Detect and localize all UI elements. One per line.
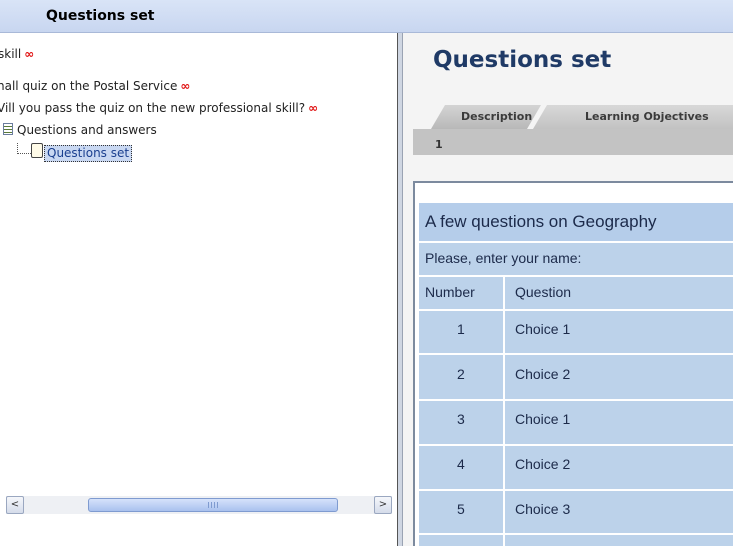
app-window: Questions set skill ∞ nall quiz on the Po… bbox=[0, 0, 733, 546]
scroll-thumb[interactable] bbox=[88, 498, 338, 512]
infinity-icon: ∞ bbox=[24, 47, 35, 61]
title-bar: Questions set bbox=[0, 0, 733, 33]
tab-page-number: 1 bbox=[435, 138, 443, 151]
tree-item-label: nall quiz on the Postal Service bbox=[0, 79, 178, 93]
tab-learning-objectives[interactable]: Learning Objectives bbox=[533, 105, 733, 129]
row-question: Choice 2 bbox=[515, 456, 571, 472]
column-header-question: Question bbox=[515, 284, 572, 300]
tree-item-label: Questions and answers bbox=[17, 123, 157, 137]
row-number: 2 bbox=[457, 366, 465, 382]
quiz-table: A few questions on Geography Please, ent… bbox=[419, 203, 733, 546]
tab-bar: Learning Objectives Description bbox=[413, 105, 733, 129]
row-question: Choice 3 bbox=[515, 501, 571, 517]
tree-item[interactable]: nall quiz on the Postal Service ∞ bbox=[0, 77, 190, 95]
infinity-icon: ∞ bbox=[308, 101, 319, 115]
list-icon bbox=[3, 123, 13, 135]
row-number: 1 bbox=[457, 321, 465, 337]
tree-item[interactable]: Vill you pass the quiz on the new profes… bbox=[0, 99, 318, 117]
horizontal-scrollbar[interactable]: < > bbox=[6, 496, 392, 514]
tree-connector bbox=[17, 143, 31, 154]
row-question: Choice 1 bbox=[515, 411, 571, 427]
quiz-title: A few questions on Geography bbox=[425, 212, 657, 231]
tree-item[interactable]: skill ∞ bbox=[0, 45, 34, 63]
infinity-icon: ∞ bbox=[180, 79, 191, 93]
grip-icon bbox=[208, 502, 220, 508]
name-prompt: Please, enter your name: bbox=[425, 250, 582, 266]
scroll-left-button[interactable]: < bbox=[6, 496, 24, 514]
tree-item-selected[interactable]: Questions set bbox=[44, 145, 133, 162]
window-title: Questions set bbox=[46, 8, 155, 24]
page-title: Questions set bbox=[433, 47, 612, 73]
row-number: 5 bbox=[457, 501, 465, 517]
row-number: 3 bbox=[457, 411, 465, 427]
row-question: Choice 2 bbox=[515, 366, 571, 382]
tree-item-label: Vill you pass the quiz on the new profes… bbox=[0, 101, 306, 115]
scroll-right-button[interactable]: > bbox=[374, 496, 392, 514]
tree-item-label: skill bbox=[0, 47, 22, 61]
tree-item[interactable]: Questions and answers bbox=[3, 121, 157, 139]
tab-panel-strip bbox=[413, 129, 733, 155]
row-number: 4 bbox=[457, 456, 465, 472]
row-question: Choice 1 bbox=[515, 321, 571, 337]
content-pane: Questions set Learning Objectives Descri… bbox=[403, 33, 733, 546]
column-header-number: Number bbox=[425, 284, 475, 300]
tree-pane: skill ∞ nall quiz on the Postal Service ∞ … bbox=[0, 33, 397, 546]
page-icon bbox=[31, 143, 43, 158]
tab-description[interactable]: Description bbox=[431, 105, 541, 129]
